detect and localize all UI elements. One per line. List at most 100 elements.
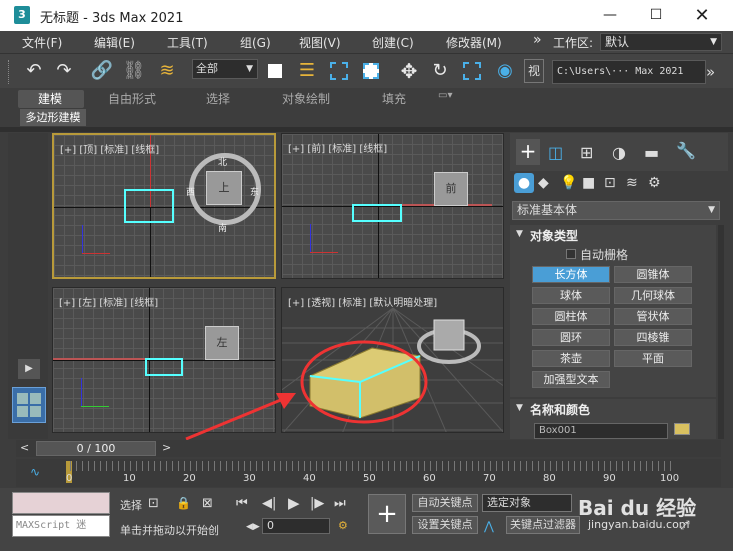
next-frame-icon[interactable]: |▶	[310, 496, 324, 511]
ribbon-tab-object-paint[interactable]: 对象绘制	[282, 90, 330, 107]
space-warps-icon[interactable]: ≋	[626, 175, 638, 191]
workspace-select[interactable]: 默认 ▼	[600, 33, 722, 51]
cone-button[interactable]: 圆锥体	[614, 266, 692, 283]
unlink-icon[interactable]: ⛓	[122, 59, 146, 83]
menu-group[interactable]: 组(G)	[240, 34, 271, 51]
menu-modifiers[interactable]: 修改器(M)	[446, 34, 502, 51]
rect-selection-region-icon[interactable]	[327, 59, 351, 83]
go-to-end-icon[interactable]: ⏭	[334, 496, 346, 511]
link-icon[interactable]: 🔗	[90, 59, 114, 83]
panel-scrollbar[interactable]	[718, 225, 724, 439]
play-icon[interactable]: ▶	[288, 494, 300, 512]
autogrid-checkbox[interactable]	[566, 249, 576, 259]
utilities-tab-icon[interactable]: 🔧	[676, 141, 696, 160]
current-frame-field[interactable]: 0	[262, 518, 330, 534]
viewport-label[interactable]: [+] [顶] [标准] [线框]	[60, 141, 159, 156]
menu-overflow[interactable]: »	[533, 32, 542, 48]
maxscript-listener-top[interactable]	[12, 492, 110, 514]
select-object-icon[interactable]	[263, 59, 287, 83]
auto-key-button[interactable]: 自动关键点	[412, 494, 478, 512]
textplus-button[interactable]: 加强型文本	[532, 371, 610, 388]
helpers-icon[interactable]: ⊡	[604, 175, 616, 191]
shapes-icon[interactable]: ◆	[538, 175, 549, 191]
bind-space-warp-icon[interactable]: ≋	[155, 59, 179, 83]
viewcube[interactable]: 上	[206, 171, 242, 205]
chevron-left-icon[interactable]: <	[20, 441, 29, 454]
menu-create[interactable]: 创建(C)	[372, 34, 414, 51]
box-object[interactable]	[124, 189, 174, 223]
ribbon-tab-populate[interactable]: 填充	[382, 90, 406, 107]
redo-icon[interactable]: ↷	[52, 59, 76, 83]
scale-icon[interactable]	[460, 59, 484, 83]
viewport-nav-icon[interactable]: ⤢	[680, 518, 690, 533]
maximize-button[interactable]: ☐	[633, 0, 679, 31]
view-toggle-button[interactable]: 视	[524, 59, 544, 83]
category-select[interactable]: 标准基本体 ▼	[512, 201, 720, 220]
time-slider[interactable]: 0 / 100	[36, 441, 156, 456]
ribbon-tab-freeform[interactable]: 自由形式	[108, 90, 156, 107]
viewport-layout-icon[interactable]	[12, 387, 46, 423]
rollout-collapse-icon[interactable]: ▼	[516, 403, 523, 413]
close-button[interactable]: ✕	[679, 0, 725, 31]
tube-button[interactable]: 管状体	[614, 308, 692, 325]
menu-tools[interactable]: 工具(T)	[167, 34, 208, 51]
box-button[interactable]: 长方体	[532, 266, 610, 283]
ribbon-tab-modeling[interactable]: 建模	[38, 90, 62, 107]
time-config-icon[interactable]: ⚙	[338, 519, 348, 532]
pyramid-button[interactable]: 四棱锥	[614, 329, 692, 346]
box-object[interactable]	[352, 204, 402, 222]
object-name-field[interactable]: Box001	[534, 423, 668, 439]
menu-file[interactable]: 文件(F)	[22, 34, 62, 51]
viewport-label[interactable]: [+] [透视] [标准] [默认明暗处理]	[288, 294, 437, 309]
viewcube[interactable]: 前	[434, 172, 468, 206]
geosphere-button[interactable]: 几何球体	[614, 287, 692, 304]
object-color-swatch[interactable]	[674, 423, 690, 435]
key-set-select[interactable]: 选定对象	[482, 494, 572, 512]
display-tab-icon[interactable]: ▬	[644, 143, 659, 162]
geometry-icon[interactable]: ●	[514, 173, 534, 193]
project-path-field[interactable]: C:\Users\··· Max 2021	[552, 60, 706, 84]
cylinder-button[interactable]: 圆柱体	[532, 308, 610, 325]
menu-views[interactable]: 视图(V)	[299, 34, 341, 51]
viewport-top[interactable]: 上 北 南 东 西 [+] [顶] [标准] [线框]	[52, 133, 276, 279]
plane-button[interactable]: 平面	[614, 350, 692, 367]
key-mode-icon[interactable]: ◀▶	[246, 522, 260, 532]
chevron-right-icon[interactable]: >	[162, 441, 171, 454]
rollout-title[interactable]: 名称和颜色	[530, 401, 590, 418]
systems-icon[interactable]: ⚙	[648, 175, 661, 191]
minimize-button[interactable]: —	[587, 0, 633, 31]
lock-icon[interactable]: 🔒	[176, 496, 191, 510]
window-crossing-icon[interactable]	[359, 59, 383, 83]
viewport-perspective[interactable]: [+] [透视] [标准] [默认明暗处理]	[281, 287, 504, 433]
key-filters-button[interactable]: 关键点过滤器	[506, 516, 580, 534]
ribbon-options-icon[interactable]: ▭▾	[438, 90, 452, 101]
go-to-start-icon[interactable]: ⏮	[236, 496, 248, 511]
select-by-name-icon[interactable]: ☰	[295, 59, 319, 83]
cameras-icon[interactable]: ■	[582, 175, 595, 191]
track-bar[interactable]: ∿ 0 10 20 30 40 50 60 70 80 90 100	[16, 459, 721, 487]
snap-toggle-icon[interactable]: ◉	[493, 59, 517, 83]
move-icon[interactable]: ✥	[397, 59, 421, 83]
undo-icon[interactable]: ↶	[22, 59, 46, 83]
previous-frame-icon[interactable]: ◀|	[262, 496, 276, 511]
viewcube[interactable]: 左	[205, 326, 239, 360]
modify-tab-icon[interactable]: ◫	[548, 143, 563, 162]
create-tab-icon[interactable]: +	[516, 139, 540, 165]
ribbon-polygon-modeling[interactable]: 多边形建模	[20, 109, 86, 126]
maxscript-input[interactable]: MAXScript 迷	[12, 515, 110, 537]
hierarchy-tab-icon[interactable]: ⊞	[580, 143, 593, 162]
rollout-collapse-icon[interactable]: ▼	[516, 229, 523, 239]
rotate-icon[interactable]: ↻	[428, 59, 452, 83]
play-expand-icon[interactable]: ▶	[18, 359, 40, 379]
ribbon-tab-selection[interactable]: 选择	[206, 90, 230, 107]
curve-editor-icon[interactable]: ∿	[30, 465, 40, 479]
rollout-title[interactable]: 对象类型	[530, 227, 578, 244]
motion-tab-icon[interactable]: ◑	[612, 143, 626, 162]
torus-button[interactable]: 圆环	[532, 329, 610, 346]
toolbar-overflow-icon[interactable]: »	[706, 63, 715, 81]
set-key-button[interactable]: 设置关键点	[412, 516, 478, 534]
sphere-button[interactable]: 球体	[532, 287, 610, 304]
set-key-big-button[interactable]: +	[368, 494, 406, 534]
lights-icon[interactable]: 💡	[560, 175, 577, 191]
key-filter-icon[interactable]: ⋀	[484, 519, 494, 533]
